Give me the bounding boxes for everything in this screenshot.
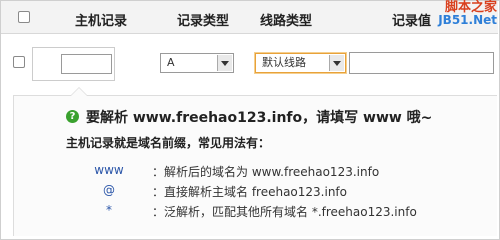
chevron-down-icon xyxy=(217,55,232,71)
example-key-wildcard: * xyxy=(106,203,112,217)
tooltip-subtitle: 主机记录就是域名前缀，常见用法有： xyxy=(66,136,271,150)
tooltip-arrow xyxy=(70,87,88,96)
table-header: 主机记录 记录类型 线路类型 记录值 xyxy=(1,1,498,34)
watermark-logo: 脚本之家 JB51.Net xyxy=(438,0,497,27)
line-type-select[interactable]: 默认线路 xyxy=(255,53,346,73)
example-key-www: www xyxy=(94,163,124,177)
record-type-value: A xyxy=(167,56,175,69)
column-host: 主机记录 xyxy=(75,14,128,29)
column-record-value: 记录值 xyxy=(392,14,432,29)
example-desc-wildcard: ：泛解析，匹配其他所有域名 *.freehao123.info xyxy=(152,205,417,219)
record-type-select[interactable]: A xyxy=(160,53,234,73)
tooltip-title: 要解析 www.freehao123.info，请填写 www 哦~ xyxy=(86,110,433,126)
chevron-down-icon xyxy=(329,55,344,71)
row-checkbox[interactable] xyxy=(13,56,25,68)
line-type-value: 默认线路 xyxy=(262,56,306,69)
column-line-type: 线路类型 xyxy=(260,14,313,29)
example-key-at: @ xyxy=(103,183,115,197)
select-all-checkbox[interactable] xyxy=(18,11,30,23)
column-record-type: 记录类型 xyxy=(177,14,230,29)
host-cell xyxy=(32,47,115,81)
host-input[interactable] xyxy=(61,54,112,74)
example-desc-www: ：解析后的域名为 www.freehao123.info xyxy=(152,165,380,179)
question-icon: ? xyxy=(66,110,79,123)
record-row: A 默认线路 xyxy=(1,34,498,86)
record-value-input[interactable] xyxy=(349,52,494,74)
example-desc-at: ：直接解析主域名 freehao123.info xyxy=(152,185,348,199)
